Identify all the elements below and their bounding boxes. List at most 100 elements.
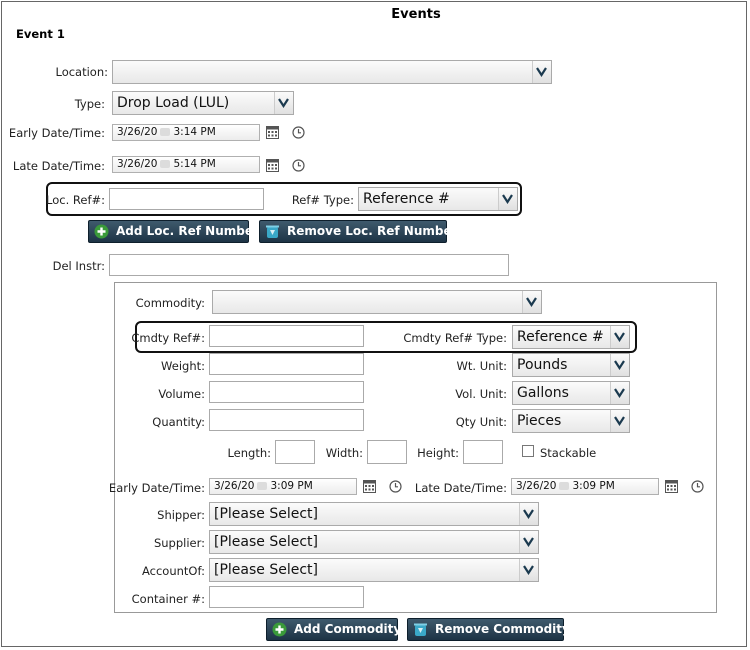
late-datetime-label: Late Date/Time: [12,159,105,173]
weight-input[interactable] [209,353,364,375]
ref-type-label: Ref# Type: [291,193,354,207]
cmdty-early-datetime-label: Early Date/Time: [108,481,205,495]
cmdty-late-datetime-label: Late Date/Time: [414,481,507,495]
plus-icon [272,622,287,637]
shipper-label: Shipper: [157,508,205,522]
cmdty-ref-type-label: Cmdty Ref# Type: [403,331,507,345]
redacted-mark [160,160,171,168]
del-instr-label: Del Instr: [52,259,105,273]
cmdty-late-datetime-input[interactable]: 3/26/20 3:09 PM [511,478,659,495]
remove-loc-ref-label: Remove Loc. Ref Number [287,224,458,238]
chevron-down-icon[interactable] [274,92,293,114]
calendar-icon[interactable] [363,479,376,493]
supplier-value: [Please Select] [214,534,318,550]
weight-label: Weight: [161,359,205,373]
recycle-bin-icon [414,623,427,636]
remove-commodity-button[interactable]: Remove Commodity [407,618,570,641]
type-label: Type: [74,97,105,111]
container-input[interactable] [209,586,364,608]
redacted-mark [160,128,171,136]
late-datetime-input[interactable]: 3/26/20 5:14 PM [112,156,260,173]
redacted-mark [257,482,268,490]
early-datetime-label: Early Date/Time: [8,126,105,140]
height-input[interactable] [463,440,503,464]
add-commodity-button[interactable]: Add Commodity [266,618,402,641]
late-time: 5:14 PM [173,158,216,170]
width-input[interactable] [367,440,407,464]
recycle-bin-icon [266,225,279,238]
stackable-checkbox[interactable] [522,445,534,457]
calendar-icon[interactable] [665,479,678,493]
early-date: 3/26/20 [117,126,158,138]
clock-icon[interactable] [389,480,402,493]
late-date: 3/26/20 [117,158,158,170]
chevron-down-icon[interactable] [610,382,629,404]
vol-unit-value: Gallons [517,385,569,401]
qty-unit-select[interactable]: Pieces [512,409,630,433]
volume-label: Volume: [158,387,205,401]
vol-unit-label: Vol. Unit: [455,387,507,401]
chevron-down-icon[interactable] [610,326,629,348]
container-label: Container #: [131,592,205,606]
ref-type-select[interactable]: Reference # [358,187,518,211]
add-commodity-label: Add Commodity [294,622,402,636]
cmdty-ref-input[interactable] [209,325,364,347]
height-label: Height: [417,446,459,460]
cmdty-ref-type-select[interactable]: Reference # [512,325,630,349]
supplier-label: Supplier: [153,536,205,550]
volume-input[interactable] [209,381,364,403]
cmdty-early-date: 3/26/20 [214,480,255,492]
page-title: Events [391,7,441,22]
remove-loc-ref-button[interactable]: Remove Loc. Ref Number [259,220,458,243]
type-select[interactable]: Drop Load (LUL) [112,91,294,115]
clock-icon[interactable] [691,480,704,493]
loc-ref-input[interactable] [109,188,264,210]
chevron-down-icon[interactable] [610,410,629,432]
chevron-down-icon[interactable] [522,291,541,313]
supplier-select[interactable]: [Please Select] [209,530,539,554]
cmdty-ref-type-value: Reference # [517,329,604,345]
qty-unit-value: Pieces [517,413,562,429]
add-loc-ref-button[interactable]: Add Loc. Ref Number [88,220,259,243]
chevron-down-icon[interactable] [519,559,538,581]
location-label: Location: [55,65,108,79]
quantity-label: Quantity: [152,415,205,429]
shipper-value: [Please Select] [214,506,318,522]
early-datetime-input[interactable]: 3/26/20 3:14 PM [112,124,260,141]
redacted-mark [559,482,570,490]
chevron-down-icon[interactable] [519,531,538,553]
clock-icon[interactable] [292,126,305,139]
vol-unit-select[interactable]: Gallons [512,381,630,405]
cmdty-early-time: 3:09 PM [270,480,313,492]
cmdty-early-datetime-input[interactable]: 3/26/20 3:09 PM [209,478,357,495]
plus-icon [94,224,109,239]
account-of-value: [Please Select] [214,562,318,578]
calendar-icon[interactable] [266,125,279,139]
calendar-icon[interactable] [266,158,279,172]
early-time: 3:14 PM [173,126,216,138]
wt-unit-select[interactable]: Pounds [512,353,630,377]
chevron-down-icon[interactable] [532,61,551,83]
remove-commodity-label: Remove Commodity [435,622,570,636]
add-loc-ref-label: Add Loc. Ref Number [116,224,259,238]
clock-icon[interactable] [292,159,305,172]
qty-unit-label: Qty Unit: [455,415,507,429]
wt-unit-label: Wt. Unit: [456,359,507,373]
commodity-select[interactable] [212,290,542,314]
chevron-down-icon[interactable] [610,354,629,376]
length-label: Length: [227,446,271,460]
account-of-select[interactable]: [Please Select] [209,558,539,582]
type-value: Drop Load (LUL) [117,95,230,111]
quantity-input[interactable] [209,409,364,431]
ref-type-value: Reference # [363,191,450,207]
chevron-down-icon[interactable] [498,188,517,210]
location-select[interactable] [112,60,552,84]
chevron-down-icon[interactable] [519,503,538,525]
cmdty-ref-label: Cmdty Ref#: [131,331,205,345]
del-instr-input[interactable] [109,254,509,276]
account-of-label: AccountOf: [142,564,205,578]
commodity-label: Commodity: [135,296,205,310]
shipper-select[interactable]: [Please Select] [209,502,539,526]
length-input[interactable] [275,440,315,464]
cmdty-late-time: 3:09 PM [572,480,615,492]
